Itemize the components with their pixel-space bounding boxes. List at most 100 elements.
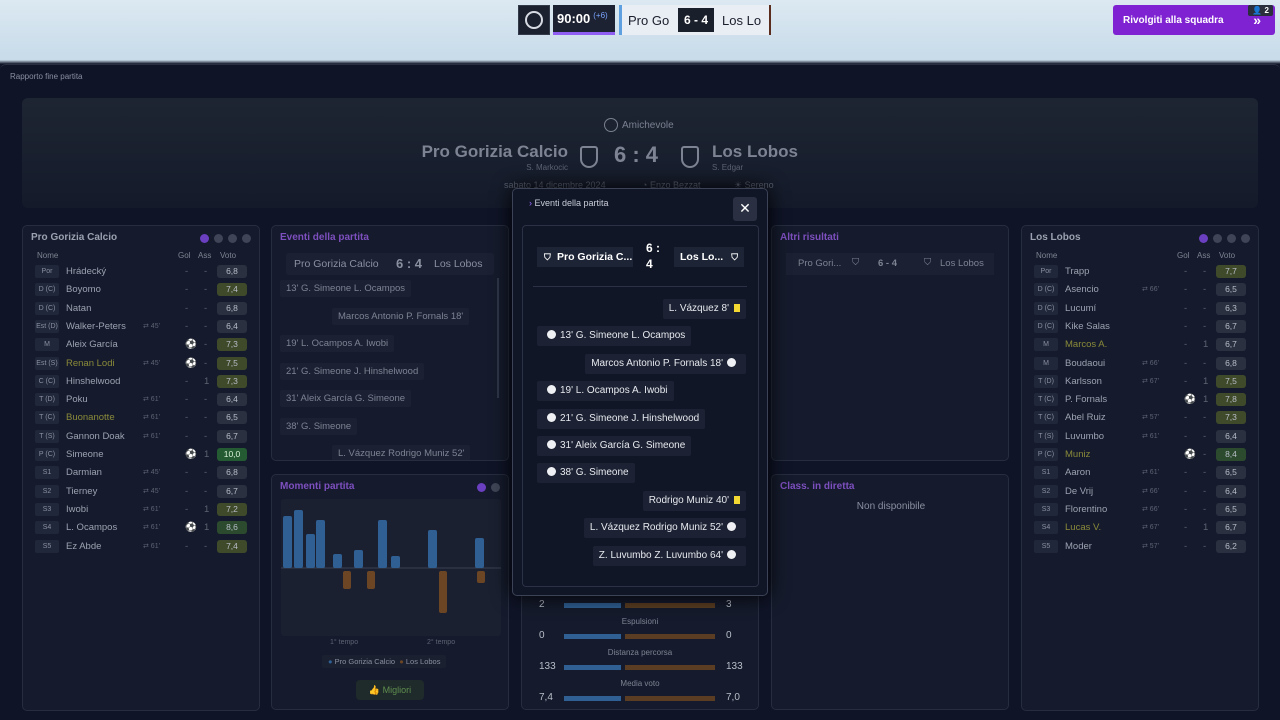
- player-name[interactable]: Asencio: [1065, 284, 1099, 295]
- event-row[interactable]: 13' G. Simeone L. Ocampos: [280, 280, 412, 297]
- player-row[interactable]: T (S) Luvumbo ⇄ 61' - -6,4: [1030, 428, 1255, 445]
- moment-bar-away[interactable]: [477, 571, 485, 583]
- event-row[interactable]: Marcos Antonio P. Fornals 18': [332, 307, 470, 325]
- moment-bar-home[interactable]: [354, 550, 363, 568]
- moment-bar-home[interactable]: [333, 554, 342, 568]
- player-name[interactable]: Kike Salas: [1065, 321, 1110, 332]
- player-name[interactable]: Boudaoui: [1065, 358, 1105, 369]
- player-name[interactable]: Simeone: [66, 449, 104, 460]
- page-dot[interactable]: [491, 483, 500, 492]
- modal-event-row[interactable]: Marcos Antonio P. Fornals 18': [585, 353, 746, 374]
- page-dot[interactable]: [242, 234, 251, 243]
- event-row[interactable]: 21' G. Simeone J. Hinshelwood: [280, 362, 425, 380]
- event-row[interactable]: 31' Aleix García G. Simeone: [280, 390, 412, 407]
- page-dot[interactable]: [1241, 234, 1250, 243]
- player-name[interactable]: Marcos A.: [1065, 339, 1107, 350]
- modal-event-row[interactable]: 13' G. Simeone L. Ocampos: [537, 326, 692, 347]
- event-row[interactable]: 19' L. Ocampos A. Iwobi: [280, 335, 395, 352]
- player-name[interactable]: Buonanotte: [66, 412, 115, 423]
- player-row[interactable]: Por Trapp - -7,7: [1030, 263, 1255, 280]
- player-name[interactable]: Gannon Doak: [66, 431, 125, 442]
- moment-bar-home[interactable]: [428, 530, 437, 568]
- moment-bar-home[interactable]: [475, 538, 484, 568]
- player-name[interactable]: Boyomo: [66, 284, 101, 295]
- moment-bar-away[interactable]: [343, 571, 351, 589]
- player-row[interactable]: M Marcos A. - 1 6,7: [1030, 336, 1255, 353]
- club-badge-icon[interactable]: [518, 5, 550, 35]
- page-dot[interactable]: [228, 234, 237, 243]
- player-name[interactable]: Trapp: [1065, 266, 1089, 277]
- player-name[interactable]: Poku: [66, 394, 88, 405]
- player-row[interactable]: S5 Ez Abde ⇄ 61' - -7,4: [31, 538, 256, 555]
- modal-event-row[interactable]: 19' L. Ocampos A. Iwobi: [537, 381, 674, 402]
- player-row[interactable]: T (D) Karlsson ⇄ 67' - 1 7,5: [1030, 373, 1255, 390]
- page-dots[interactable]: [477, 483, 500, 492]
- player-name[interactable]: Abel Ruiz: [1065, 412, 1106, 423]
- player-row[interactable]: T (C) Buonanotte ⇄ 61' - -6,5: [31, 409, 256, 426]
- rejoin-team-button[interactable]: Rivolgiti alla squadra » 👤 2: [1113, 5, 1275, 35]
- page-dot[interactable]: [1213, 234, 1222, 243]
- page-dots[interactable]: [1199, 234, 1250, 243]
- player-name[interactable]: Tierney: [66, 486, 97, 497]
- player-name[interactable]: Ez Abde: [66, 541, 101, 552]
- player-row[interactable]: T (C) P. Fornals ⚽ 1 7,8: [1030, 391, 1255, 408]
- player-name[interactable]: Natan: [66, 303, 91, 314]
- player-row[interactable]: S4 Lucas V. ⇄ 67' - 1 6,7: [1030, 519, 1255, 536]
- page-dot[interactable]: [477, 483, 486, 492]
- player-name[interactable]: Iwobi: [66, 504, 88, 515]
- moment-bar-home[interactable]: [283, 516, 292, 568]
- player-row[interactable]: C (C) Hinshelwood - 1 7,3: [31, 373, 256, 390]
- player-name[interactable]: Lucas V.: [1065, 522, 1101, 533]
- player-row[interactable]: M Boudaoui ⇄ 66' - -6,8: [1030, 355, 1255, 372]
- player-row[interactable]: S3 Florentino ⇄ 66' - -6,5: [1030, 501, 1255, 518]
- player-name[interactable]: De Vrij: [1065, 486, 1093, 497]
- player-name[interactable]: Hinshelwood: [66, 376, 120, 387]
- player-row[interactable]: T (D) Poku ⇄ 61' - -6,4: [31, 391, 256, 408]
- page-dot[interactable]: [1227, 234, 1236, 243]
- modal-event-row[interactable]: Rodrigo Muniz 40': [642, 490, 746, 511]
- page-dot[interactable]: [200, 234, 209, 243]
- modal-event-row[interactable]: L. Vázquez Rodrigo Muniz 52': [583, 518, 746, 539]
- modal-event-row[interactable]: 38' G. Simeone: [537, 463, 635, 484]
- player-row[interactable]: S4 L. Ocampos ⇄ 61' ⚽ 1 8,6: [31, 519, 256, 536]
- hero-home-team[interactable]: Pro Gorizia Calcio: [422, 142, 568, 162]
- moment-bar-home[interactable]: [316, 520, 325, 568]
- player-name[interactable]: Darmian: [66, 467, 102, 478]
- player-row[interactable]: D (C) Lucumí - -6,3: [1030, 300, 1255, 317]
- moment-bar-home[interactable]: [294, 510, 303, 568]
- player-row[interactable]: T (S) Gannon Doak ⇄ 61' - -6,7: [31, 428, 256, 445]
- player-name[interactable]: L. Ocampos: [66, 522, 117, 533]
- player-name[interactable]: Moder: [1065, 541, 1092, 552]
- scoreline[interactable]: Pro Go 6 - 4 Los Lo: [619, 5, 771, 35]
- hero-away-team[interactable]: Los Lobos: [712, 142, 798, 162]
- player-row[interactable]: D (C) Natan - -6,8: [31, 300, 256, 317]
- moment-bar-away[interactable]: [367, 571, 375, 589]
- player-name[interactable]: Renan Lodi: [66, 358, 115, 369]
- event-row[interactable]: 38' G. Simeone: [280, 417, 358, 435]
- player-row[interactable]: D (C) Asencio ⇄ 66' - -6,5: [1030, 281, 1255, 298]
- modal-event-row[interactable]: Z. Luvumbo Z. Luvumbo 64': [592, 545, 746, 566]
- modal-event-row[interactable]: 21' G. Simeone J. Hinshelwood: [537, 408, 706, 429]
- player-name[interactable]: Lucumí: [1065, 303, 1096, 314]
- modal-event-row[interactable]: L. Vázquez 8': [662, 299, 746, 319]
- player-name[interactable]: Luvumbo: [1065, 431, 1104, 442]
- scrollbar[interactable]: [497, 278, 499, 398]
- page-dot[interactable]: [1199, 234, 1208, 243]
- player-name[interactable]: Aleix García: [66, 339, 118, 350]
- result-row[interactable]: Pro Gori... ⛉ 6 - 4 ⛉ Los Lobos: [786, 253, 994, 275]
- moment-bar-home[interactable]: [391, 556, 400, 568]
- player-row[interactable]: S1 Darmian ⇄ 45' - -6,8: [31, 464, 256, 481]
- page-dot[interactable]: [214, 234, 223, 243]
- modal-events-list[interactable]: ⛉ Pro Gorizia C... 6 : 4 Los Lo... ⛉ L. …: [522, 225, 759, 587]
- player-row[interactable]: S3 Iwobi ⇄ 61' - 1 7,2: [31, 501, 256, 518]
- player-row[interactable]: D (C) Kike Salas - -6,7: [1030, 318, 1255, 335]
- player-row[interactable]: Est (D) Walker-Peters ⇄ 45' - -6,4: [31, 318, 256, 335]
- player-name[interactable]: Muniz: [1065, 449, 1090, 460]
- moment-bar-away[interactable]: [439, 571, 447, 613]
- player-row[interactable]: S5 Moder ⇄ 57' - -6,2: [1030, 538, 1255, 555]
- best-moments-button[interactable]: 👍 Migliori: [356, 680, 424, 700]
- player-name[interactable]: Aaron: [1065, 467, 1090, 478]
- player-row[interactable]: Por Hrádecký - -6,8: [31, 263, 256, 280]
- moment-bar-home[interactable]: [306, 534, 315, 568]
- modal-event-row[interactable]: 31' Aleix García G. Simeone: [537, 436, 692, 456]
